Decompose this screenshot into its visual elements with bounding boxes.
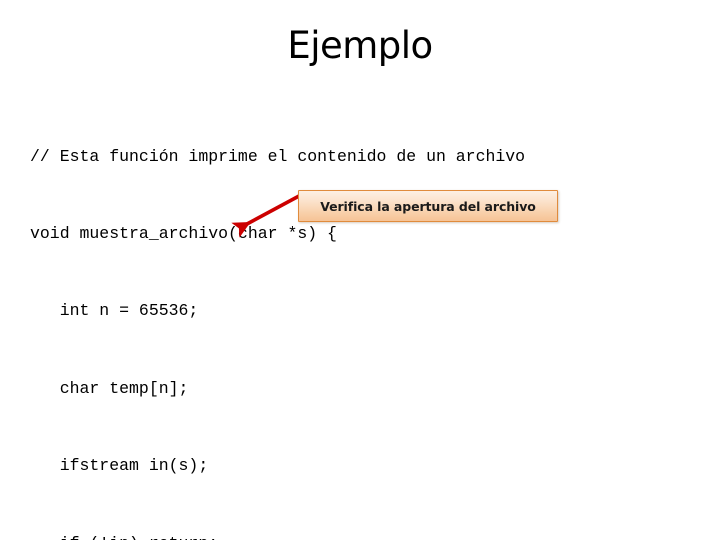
page-title: Ejemplo <box>287 24 433 67</box>
code-line: int n = 65536; <box>30 301 199 321</box>
callout-label: Verifica la apertura del archivo <box>320 198 536 214</box>
callout-box: Verifica la apertura del archivo <box>298 190 558 222</box>
code-line: char temp[n]; <box>30 378 189 398</box>
code-line: // Esta función imprime el contenido de … <box>30 146 526 166</box>
code-line: void muestra_archivo(char *s) { <box>30 223 337 243</box>
code-line: if (!in) return; <box>30 531 690 540</box>
code-listing: // Esta función imprime el contenido de … <box>30 92 690 540</box>
code-line: ifstream in(s); <box>30 456 209 476</box>
slide-canvas: Ejemplo // Esta función imprime el conte… <box>0 0 720 540</box>
